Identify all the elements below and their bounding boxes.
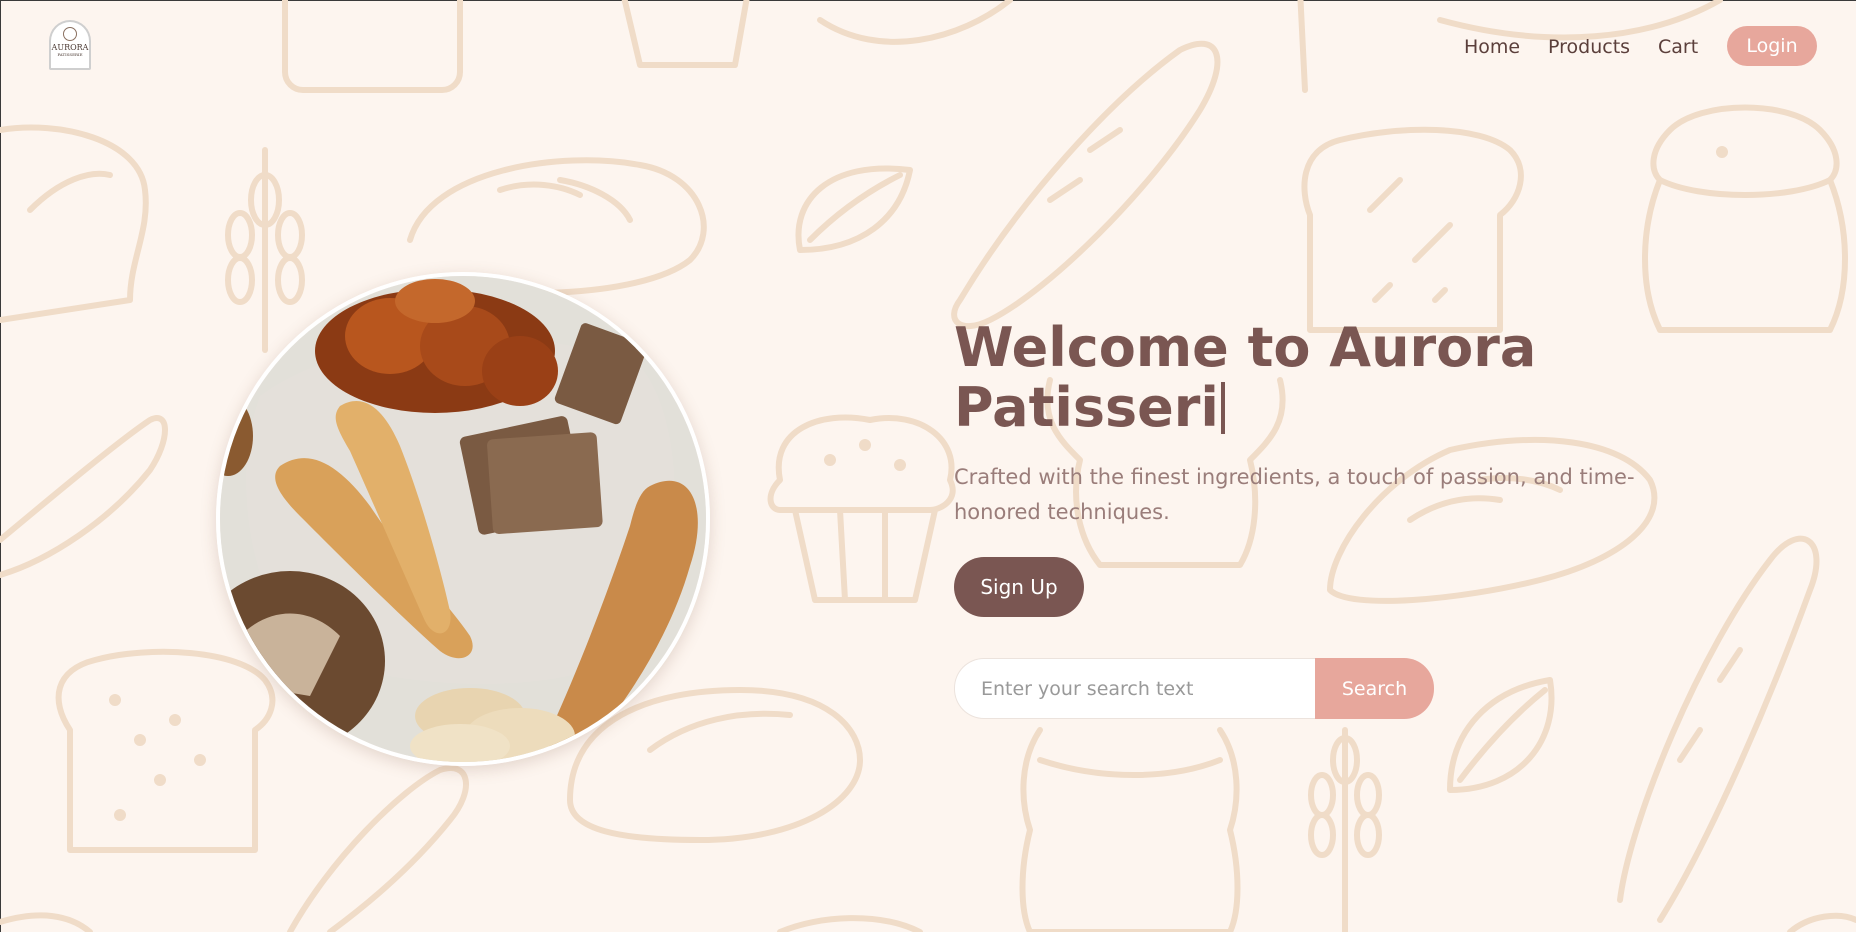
search-input[interactable] [954, 658, 1315, 719]
typing-cursor [1220, 382, 1225, 434]
nav-cart-link[interactable]: Cart [1658, 36, 1698, 58]
hero-title-line2: Patisseri [954, 376, 1219, 439]
brand-logo[interactable]: AURORA PATISSERIE [49, 20, 91, 70]
search-button[interactable]: Search [1315, 658, 1434, 719]
bread-illustration [220, 276, 706, 762]
hero-title: Welcome to Aurora Patisseri [954, 318, 1654, 438]
search-bar: Search [954, 658, 1434, 719]
logo-emblem-icon [63, 27, 77, 41]
signup-button[interactable]: Sign Up [954, 557, 1084, 617]
logo-subtitle: PATISSERIE [57, 52, 83, 57]
nav-home-link[interactable]: Home [1464, 36, 1520, 58]
hero-bread-image [216, 272, 710, 766]
logo-name: AURORA [51, 43, 89, 52]
nav-products-link[interactable]: Products [1548, 36, 1630, 58]
hero-title-line1: Welcome to Aurora [954, 316, 1537, 379]
hero-subtitle: Crafted with the finest ingredients, a t… [954, 465, 1635, 524]
login-button[interactable]: Login [1727, 26, 1817, 66]
